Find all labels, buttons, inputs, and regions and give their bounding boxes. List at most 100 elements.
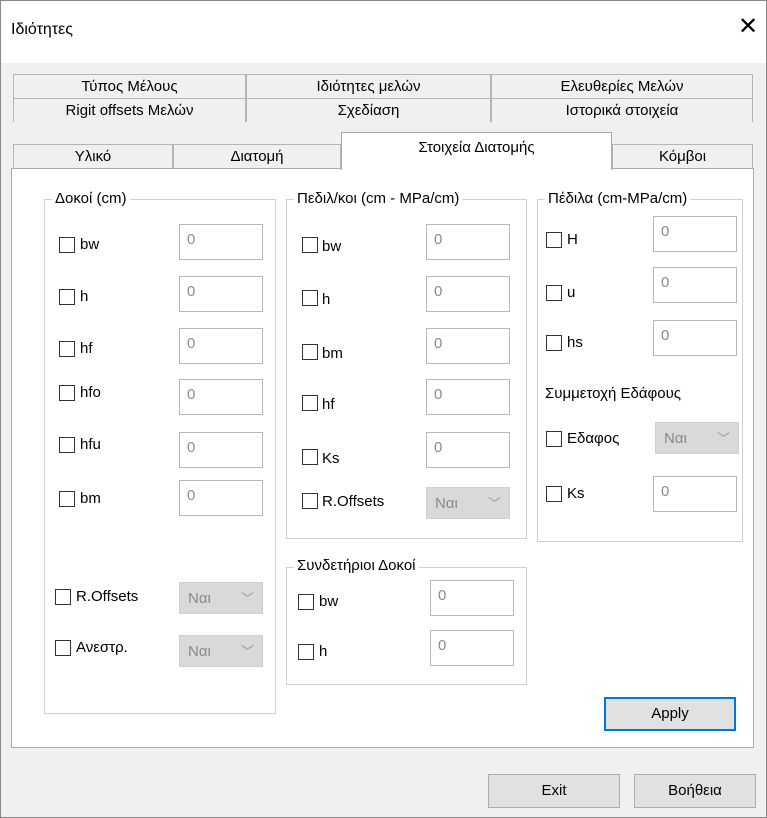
pedilokoi-bw-checkbox[interactable] <box>302 237 318 253</box>
beams-bw-label: bw <box>80 236 100 253</box>
pedilokoi-bw-input[interactable]: 0 <box>426 224 510 260</box>
beams-hfu-label: hfu <box>80 436 101 453</box>
tab-label: Ελευθερίες Μελών <box>560 78 684 95</box>
apply-button[interactable]: Apply <box>604 697 736 731</box>
beams-hf-input[interactable]: 0 <box>179 328 263 364</box>
tie-beams-h-checkbox[interactable] <box>298 644 314 660</box>
pedilokoi-roffsets-value: Ναι <box>435 495 458 512</box>
pedilokoi-group-title: Πεδιλ/κοι (cm - MPa/cm) <box>294 190 463 207</box>
tab-member-type[interactable]: Τύπος Μέλους <box>13 74 246 98</box>
beams-hfo-checkbox[interactable] <box>59 385 75 401</box>
pedilokoi-h-checkbox[interactable] <box>302 290 318 306</box>
chevron-down-icon: ﹀ <box>240 591 254 606</box>
tab-label: Rigit offsets Μελών <box>65 102 194 119</box>
pedilokoi-roffsets-checkbox[interactable] <box>302 493 318 509</box>
beams-inverted-checkbox[interactable] <box>55 640 71 656</box>
beams-hfo-label: hfo <box>80 384 101 401</box>
beams-bm-label: bm <box>80 490 101 507</box>
footings-u-input[interactable]: 0 <box>653 267 737 303</box>
tab-rigid-offsets[interactable]: Rigit offsets Μελών <box>13 98 246 122</box>
beams-bw-input[interactable]: 0 <box>179 224 263 260</box>
pedilokoi-hf-checkbox[interactable] <box>302 395 318 411</box>
tab-member-properties[interactable]: Ιδιότητες μελών <box>246 74 491 98</box>
chevron-down-icon: ﹀ <box>716 431 730 446</box>
pedilokoi-ks-label: Ks <box>322 450 340 467</box>
close-icon[interactable]: ✕ <box>735 15 761 39</box>
beams-roffsets-value: Ναι <box>188 590 211 607</box>
title-bar: Ιδιότητες ✕ <box>1 1 766 63</box>
tab-section-data[interactable]: Στοιχεία Διατομής <box>341 132 612 170</box>
dialog-title: Ιδιότητες <box>11 21 73 38</box>
footings-u-label: u <box>567 284 576 301</box>
pedilokoi-ks-checkbox[interactable] <box>302 449 318 465</box>
beams-roffsets-select[interactable]: Ναι ﹀ <box>179 582 263 614</box>
tab-label: Ιστορικά στοιχεία <box>565 102 679 119</box>
tie-beams-h-input[interactable]: 0 <box>430 630 514 666</box>
soil-label: Εδαφος <box>567 430 620 447</box>
beams-h-input[interactable]: 0 <box>179 276 263 312</box>
tie-beams-bw-label: bw <box>319 593 339 610</box>
tab-label: Σχεδίαση <box>337 102 400 119</box>
tab-label: Υλικό <box>74 148 112 165</box>
footings-h-input[interactable]: 0 <box>653 216 737 252</box>
footings-group-title: Πέδιλα (cm-MPa/cm) <box>545 190 691 207</box>
pedilokoi-roffsets-select[interactable]: Ναι ﹀ <box>426 487 510 519</box>
footings-hs-checkbox[interactable] <box>546 335 562 351</box>
tab-nodes[interactable]: Κόμβοι <box>612 144 753 168</box>
footings-hs-label: hs <box>567 334 583 351</box>
beams-roffsets-label: R.Offsets <box>76 588 139 605</box>
tab-material[interactable]: Υλικό <box>13 144 173 168</box>
footings-ks-label: Ks <box>567 485 585 502</box>
footings-hs-input[interactable]: 0 <box>653 320 737 356</box>
beams-group-title: Δοκοί (cm) <box>52 190 130 207</box>
pedilokoi-bm-label: bm <box>322 345 343 362</box>
footings-ks-input[interactable]: 0 <box>653 476 737 512</box>
chevron-down-icon: ﹀ <box>487 496 501 511</box>
footings-h-label: H <box>567 231 578 248</box>
help-button[interactable]: Βοήθεια <box>634 774 756 808</box>
tab-section[interactable]: Διατομή <box>173 144 341 168</box>
tab-label: Κόμβοι <box>658 148 707 165</box>
pedilokoi-roffsets-label: R.Offsets <box>322 493 385 510</box>
beams-hf-checkbox[interactable] <box>59 341 75 357</box>
pedilokoi-bm-input[interactable]: 0 <box>426 328 510 364</box>
beams-hfu-input[interactable]: 0 <box>179 432 263 468</box>
beams-roffsets-checkbox[interactable] <box>55 589 71 605</box>
tie-beams-h-label: h <box>319 643 328 660</box>
exit-button[interactable]: Exit <box>488 774 620 808</box>
footings-h-checkbox[interactable] <box>546 232 562 248</box>
tab-panel: Δοκοί (cm) bw 0 h 0 hf 0 hfo 0 hfu 0 bm … <box>11 168 754 748</box>
pedilokoi-hf-input[interactable]: 0 <box>426 379 510 415</box>
beams-hf-label: hf <box>80 340 93 357</box>
soil-checkbox[interactable] <box>546 431 562 447</box>
soil-participation-heading: Συμμετοχή Εδάφους <box>545 385 682 402</box>
pedilokoi-bm-checkbox[interactable] <box>302 344 318 360</box>
pedilokoi-h-input[interactable]: 0 <box>426 276 510 312</box>
footings-u-checkbox[interactable] <box>546 285 562 301</box>
soil-select-value: Ναι <box>664 430 687 447</box>
pedilokoi-hf-label: hf <box>322 396 335 413</box>
beams-h-label: h <box>80 288 89 305</box>
beams-bw-checkbox[interactable] <box>59 237 75 253</box>
tie-beams-group-title: Συνδετήριοι Δοκοί <box>294 557 419 574</box>
tab-member-freedoms[interactable]: Ελευθερίες Μελών <box>491 74 753 98</box>
tie-beams-bw-input[interactable]: 0 <box>430 580 514 616</box>
beams-hfo-input[interactable]: 0 <box>179 379 263 415</box>
soil-select[interactable]: Ναι ﹀ <box>655 422 739 454</box>
beams-h-checkbox[interactable] <box>59 289 75 305</box>
beams-bm-input[interactable]: 0 <box>179 480 263 516</box>
tab-history[interactable]: Ιστορικά στοιχεία <box>491 98 753 122</box>
beams-inverted-select[interactable]: Ναι ﹀ <box>179 635 263 667</box>
tab-label: Διατομή <box>230 148 284 165</box>
beams-hfu-checkbox[interactable] <box>59 437 75 453</box>
beams-inverted-label: Ανεστρ. <box>76 639 128 656</box>
properties-dialog: Ιδιότητες ✕ Τύπος Μέλους Ιδιότητες μελών… <box>0 0 767 818</box>
beams-bm-checkbox[interactable] <box>59 491 75 507</box>
tab-label: Ιδιότητες μελών <box>316 78 421 95</box>
footings-ks-checkbox[interactable] <box>546 486 562 502</box>
tie-beams-bw-checkbox[interactable] <box>298 594 314 610</box>
tab-label: Στοιχεία Διατομής <box>418 139 535 156</box>
pedilokoi-ks-input[interactable]: 0 <box>426 432 510 468</box>
tab-drawing[interactable]: Σχεδίαση <box>246 98 491 122</box>
chevron-down-icon: ﹀ <box>240 644 254 659</box>
